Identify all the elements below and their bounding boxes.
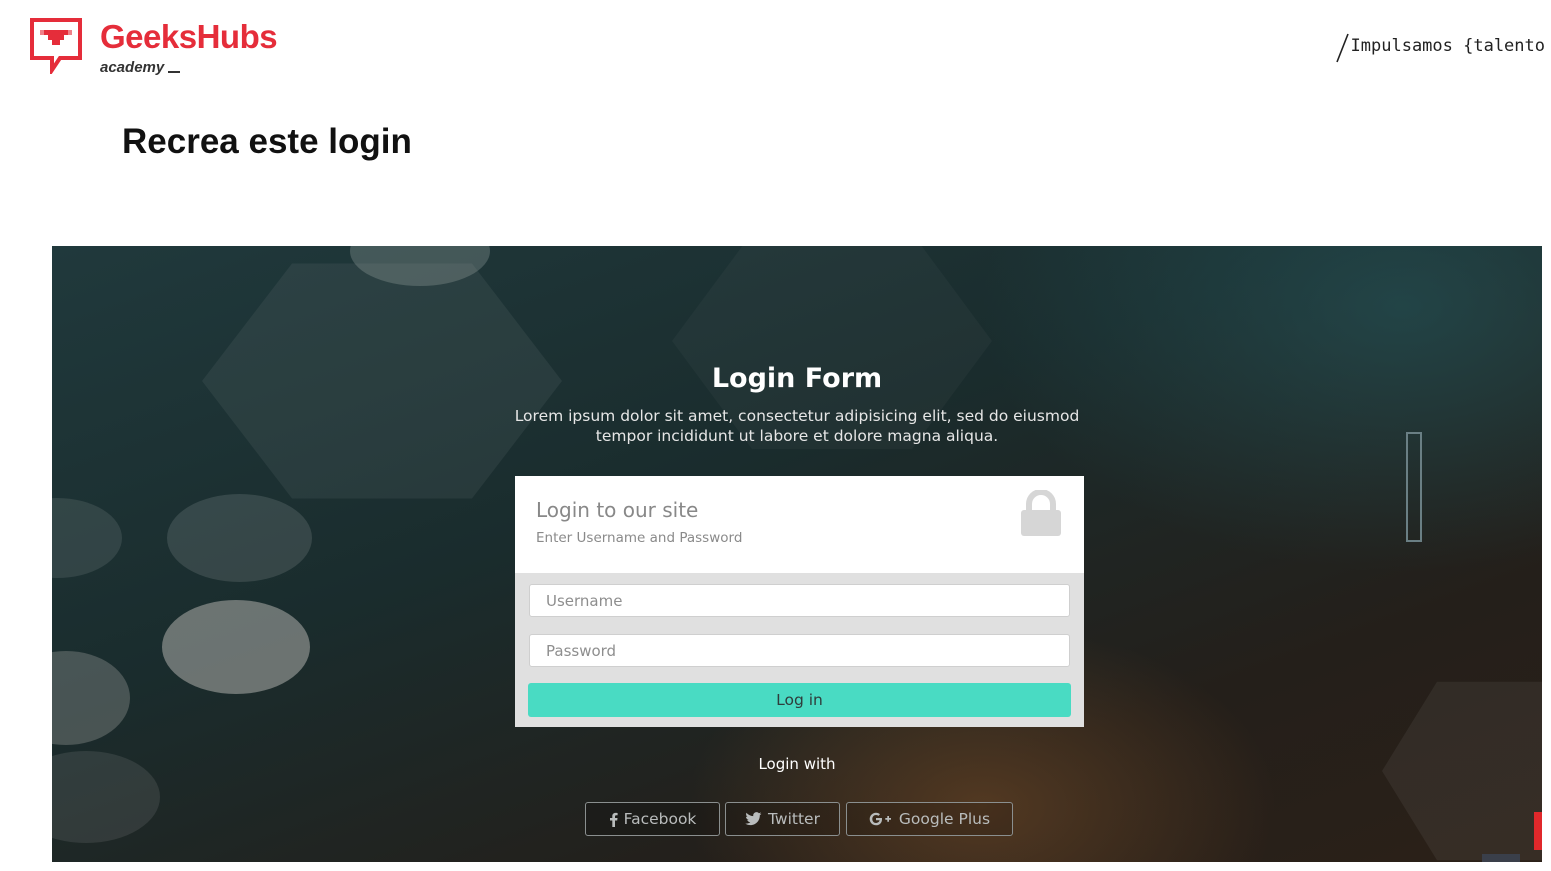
login-box-header: Login to our site Enter Username and Pas… — [515, 476, 1084, 573]
google-plus-icon — [869, 812, 891, 826]
background-bokeh — [162, 600, 310, 694]
login-page-screenshot: Login Form Lorem ipsum dolor sit amet, c… — [52, 246, 1542, 862]
login-button[interactable]: Log in — [528, 683, 1071, 717]
background-bokeh — [52, 498, 122, 578]
lock-icon — [1021, 490, 1061, 536]
scrollbar-outline — [1406, 432, 1422, 542]
slash-icon — [1335, 33, 1349, 63]
red-side-tab — [1534, 812, 1542, 850]
brand-subtitle: academy — [100, 60, 180, 75]
login-box-title: Login to our site — [536, 498, 699, 522]
twitter-login-button[interactable]: Twitter — [725, 802, 840, 836]
twitter-icon — [745, 812, 762, 826]
header-tagline: Impulsamos {talento — [1335, 33, 1545, 63]
login-form-title: Login Form — [711, 363, 883, 394]
brand-logo-icon — [30, 18, 82, 74]
tagline-text: Impulsamos {talento — [1350, 36, 1545, 56]
username-input[interactable] — [529, 584, 1070, 617]
google-plus-login-button[interactable]: Google Plus — [846, 802, 1013, 836]
brand-logo[interactable]: GeeksHubs academy — [30, 18, 290, 80]
twitter-label: Twitter — [768, 810, 820, 828]
password-input[interactable] — [529, 634, 1070, 667]
background-bokeh — [52, 651, 130, 745]
background-bokeh — [167, 494, 312, 582]
facebook-login-button[interactable]: Facebook — [585, 802, 720, 836]
page-title: Recrea este login — [122, 122, 412, 161]
login-box: Login to our site Enter Username and Pas… — [515, 476, 1084, 727]
facebook-label: Facebook — [623, 810, 697, 828]
login-with-label: Login with — [758, 755, 836, 773]
google-plus-label: Google Plus — [898, 810, 991, 828]
login-box-subtitle: Enter Username and Password — [536, 530, 743, 546]
brand-name: GeeksHubs — [100, 18, 278, 55]
dark-corner-tab — [1482, 854, 1520, 862]
login-form-description: Lorem ipsum dolor sit amet, consectetur … — [514, 407, 1080, 445]
facebook-icon — [609, 812, 618, 827]
